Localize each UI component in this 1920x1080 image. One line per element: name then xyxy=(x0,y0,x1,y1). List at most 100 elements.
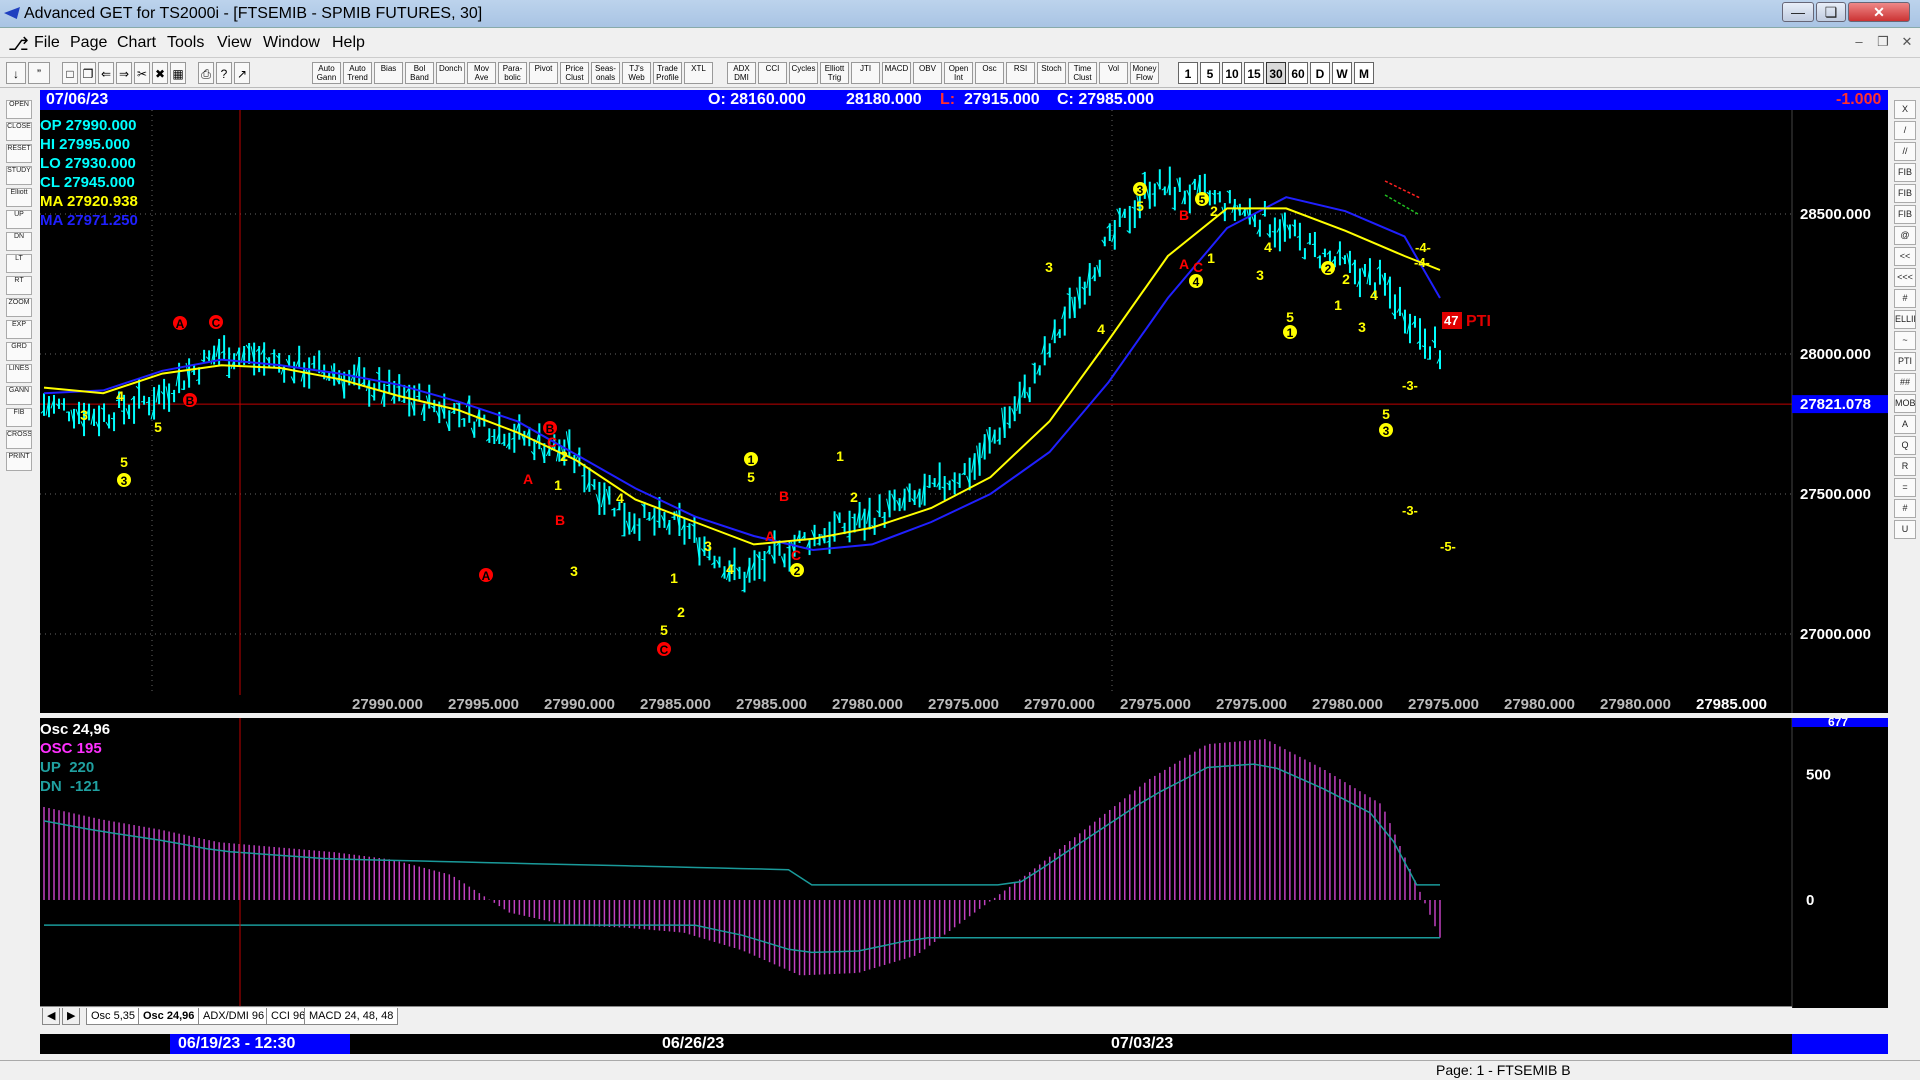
period-button-1[interactable]: 1 xyxy=(1178,62,1198,84)
right-tool-16[interactable]: Q xyxy=(1894,436,1916,455)
oscillator-panel[interactable]: 677 500 0 Osc 24,96 OSC 195 UP 220 DN -121 xyxy=(40,715,1888,1008)
pointer-icon[interactable]: ↓ xyxy=(6,62,26,84)
left-tool-2[interactable]: RESET xyxy=(6,144,32,163)
left-tool-9[interactable]: ZOOM xyxy=(6,298,32,317)
tab-osc-5-35[interactable]: Osc 5,35 xyxy=(86,1008,141,1025)
study-button-25[interactable]: Vol xyxy=(1099,62,1128,84)
left-tool-16[interactable]: PRINT xyxy=(6,452,32,471)
period-button-W[interactable]: W xyxy=(1332,62,1352,84)
study-button-1[interactable]: Auto Trend xyxy=(343,62,372,84)
scroll-right-icon[interactable]: ⇒ xyxy=(116,62,132,84)
left-tool-15[interactable]: CROSS xyxy=(6,430,32,449)
study-button-13[interactable]: ADX DMI xyxy=(727,62,756,84)
left-tool-13[interactable]: GANN xyxy=(6,386,32,405)
study-button-7[interactable]: Pivot xyxy=(529,62,558,84)
left-tool-12[interactable]: LINES xyxy=(6,364,32,383)
study-button-9[interactable]: Seas-onals xyxy=(591,62,620,84)
study-button-23[interactable]: Stoch xyxy=(1037,62,1066,84)
period-button-M[interactable]: M xyxy=(1354,62,1374,84)
tab-macd[interactable]: MACD 24, 48, 48 xyxy=(304,1008,399,1025)
menu-page[interactable]: Page xyxy=(70,34,107,52)
mdi-minimize-button[interactable]: – xyxy=(1848,32,1870,52)
left-tool-3[interactable]: STUDY xyxy=(6,166,32,185)
scroll-left-icon[interactable]: ⇐ xyxy=(98,62,114,84)
left-tool-11[interactable]: GRD xyxy=(6,342,32,361)
study-button-11[interactable]: Trade Profile xyxy=(653,62,682,84)
tab-scroll-right[interactable]: ▶ xyxy=(62,1008,81,1025)
study-button-24[interactable]: Time Clust xyxy=(1068,62,1097,84)
new-page-icon[interactable]: □ xyxy=(62,62,78,84)
study-button-5[interactable]: Mov Ave xyxy=(467,62,496,84)
maximize-button[interactable]: ❏ xyxy=(1816,2,1846,22)
grid-icon[interactable]: ▦ xyxy=(170,62,186,84)
menu-file[interactable]: File xyxy=(34,34,60,52)
left-tool-7[interactable]: LT xyxy=(6,254,32,273)
study-button-12[interactable]: XTL xyxy=(684,62,713,84)
minimize-button[interactable]: — xyxy=(1782,2,1814,22)
study-button-3[interactable]: Bol Band xyxy=(405,62,434,84)
menu-view[interactable]: View xyxy=(217,34,251,52)
right-tool-9[interactable]: # xyxy=(1894,289,1916,308)
study-button-16[interactable]: Elliott Trig xyxy=(820,62,849,84)
study-button-22[interactable]: RSI xyxy=(1006,62,1035,84)
help-icon[interactable]: ? xyxy=(216,62,232,84)
right-tool-19[interactable]: # xyxy=(1894,499,1916,518)
close-button[interactable]: ✕ xyxy=(1848,2,1910,22)
period-button-30[interactable]: 30 xyxy=(1266,62,1286,84)
menu-tools[interactable]: Tools xyxy=(167,34,204,52)
right-tool-20[interactable]: U xyxy=(1894,520,1916,539)
study-button-21[interactable]: Osc xyxy=(975,62,1004,84)
study-button-0[interactable]: Auto Gann xyxy=(312,62,341,84)
right-tool-14[interactable]: MOB xyxy=(1894,394,1916,413)
study-button-20[interactable]: Open Int xyxy=(944,62,973,84)
cut-icon[interactable]: ✂ xyxy=(134,62,150,84)
menu-window[interactable]: Window xyxy=(263,34,320,52)
right-tool-17[interactable]: R xyxy=(1894,457,1916,476)
left-tool-5[interactable]: UP xyxy=(6,210,32,229)
print-icon[interactable]: ⎙ xyxy=(198,62,214,84)
price-chart[interactable]: 28500.000 28000.000 27500.000 27000.000 2782… xyxy=(40,110,1888,713)
right-tool-11[interactable]: ~ xyxy=(1894,331,1916,350)
menu-help[interactable]: Help xyxy=(332,34,365,52)
right-tool-8[interactable]: <<< xyxy=(1894,268,1916,287)
study-button-19[interactable]: OBV xyxy=(913,62,942,84)
right-tool-4[interactable]: FIB EXT xyxy=(1894,184,1916,203)
study-button-8[interactable]: Price Clust xyxy=(560,62,589,84)
mdi-restore-button[interactable]: ❐ xyxy=(1872,32,1894,52)
left-tool-14[interactable]: FIB xyxy=(6,408,32,427)
right-tool-6[interactable]: @ xyxy=(1894,226,1916,245)
period-button-60[interactable]: 60 xyxy=(1288,62,1308,84)
study-button-17[interactable]: JTI xyxy=(851,62,880,84)
study-button-26[interactable]: Money Flow xyxy=(1130,62,1159,84)
right-tool-1[interactable]: / xyxy=(1894,121,1916,140)
delete-icon[interactable]: ✖ xyxy=(152,62,168,84)
left-tool-4[interactable]: Elliott xyxy=(6,188,32,207)
study-button-4[interactable]: Donch xyxy=(436,62,465,84)
right-tool-12[interactable]: PTI xyxy=(1894,352,1916,371)
right-tool-10[interactable]: ELLIPS xyxy=(1894,310,1916,329)
left-tool-8[interactable]: RT xyxy=(6,276,32,295)
right-tool-3[interactable]: FIB RET xyxy=(1894,163,1916,182)
period-button-10[interactable]: 10 xyxy=(1222,62,1242,84)
period-button-15[interactable]: 15 xyxy=(1244,62,1264,84)
study-button-18[interactable]: MACD xyxy=(882,62,911,84)
study-button-2[interactable]: Bias xyxy=(374,62,403,84)
left-tool-10[interactable]: EXP xyxy=(6,320,32,339)
right-tool-13[interactable]: ## xyxy=(1894,373,1916,392)
right-tool-2[interactable]: // xyxy=(1894,142,1916,161)
tab-osc-24-96[interactable]: Osc 24,96 xyxy=(138,1008,200,1025)
period-button-D[interactable]: D xyxy=(1310,62,1330,84)
right-tool-7[interactable]: << xyxy=(1894,247,1916,266)
tab-scroll-left[interactable]: ◀ xyxy=(42,1008,61,1025)
right-tool-0[interactable]: X xyxy=(1894,100,1916,119)
right-tool-18[interactable]: = xyxy=(1894,478,1916,497)
study-button-10[interactable]: TJ's Web xyxy=(622,62,651,84)
study-button-14[interactable]: CCI xyxy=(758,62,787,84)
quote-icon[interactable]: ” xyxy=(28,62,50,84)
left-tool-0[interactable]: OPEN xyxy=(6,100,32,119)
context-help-icon[interactable]: ↗ xyxy=(234,62,250,84)
right-tool-5[interactable]: FIB TIME xyxy=(1894,205,1916,224)
left-tool-6[interactable]: DN xyxy=(6,232,32,251)
doc-icon[interactable]: ⎇ xyxy=(8,34,29,55)
period-button-5[interactable]: 5 xyxy=(1200,62,1220,84)
